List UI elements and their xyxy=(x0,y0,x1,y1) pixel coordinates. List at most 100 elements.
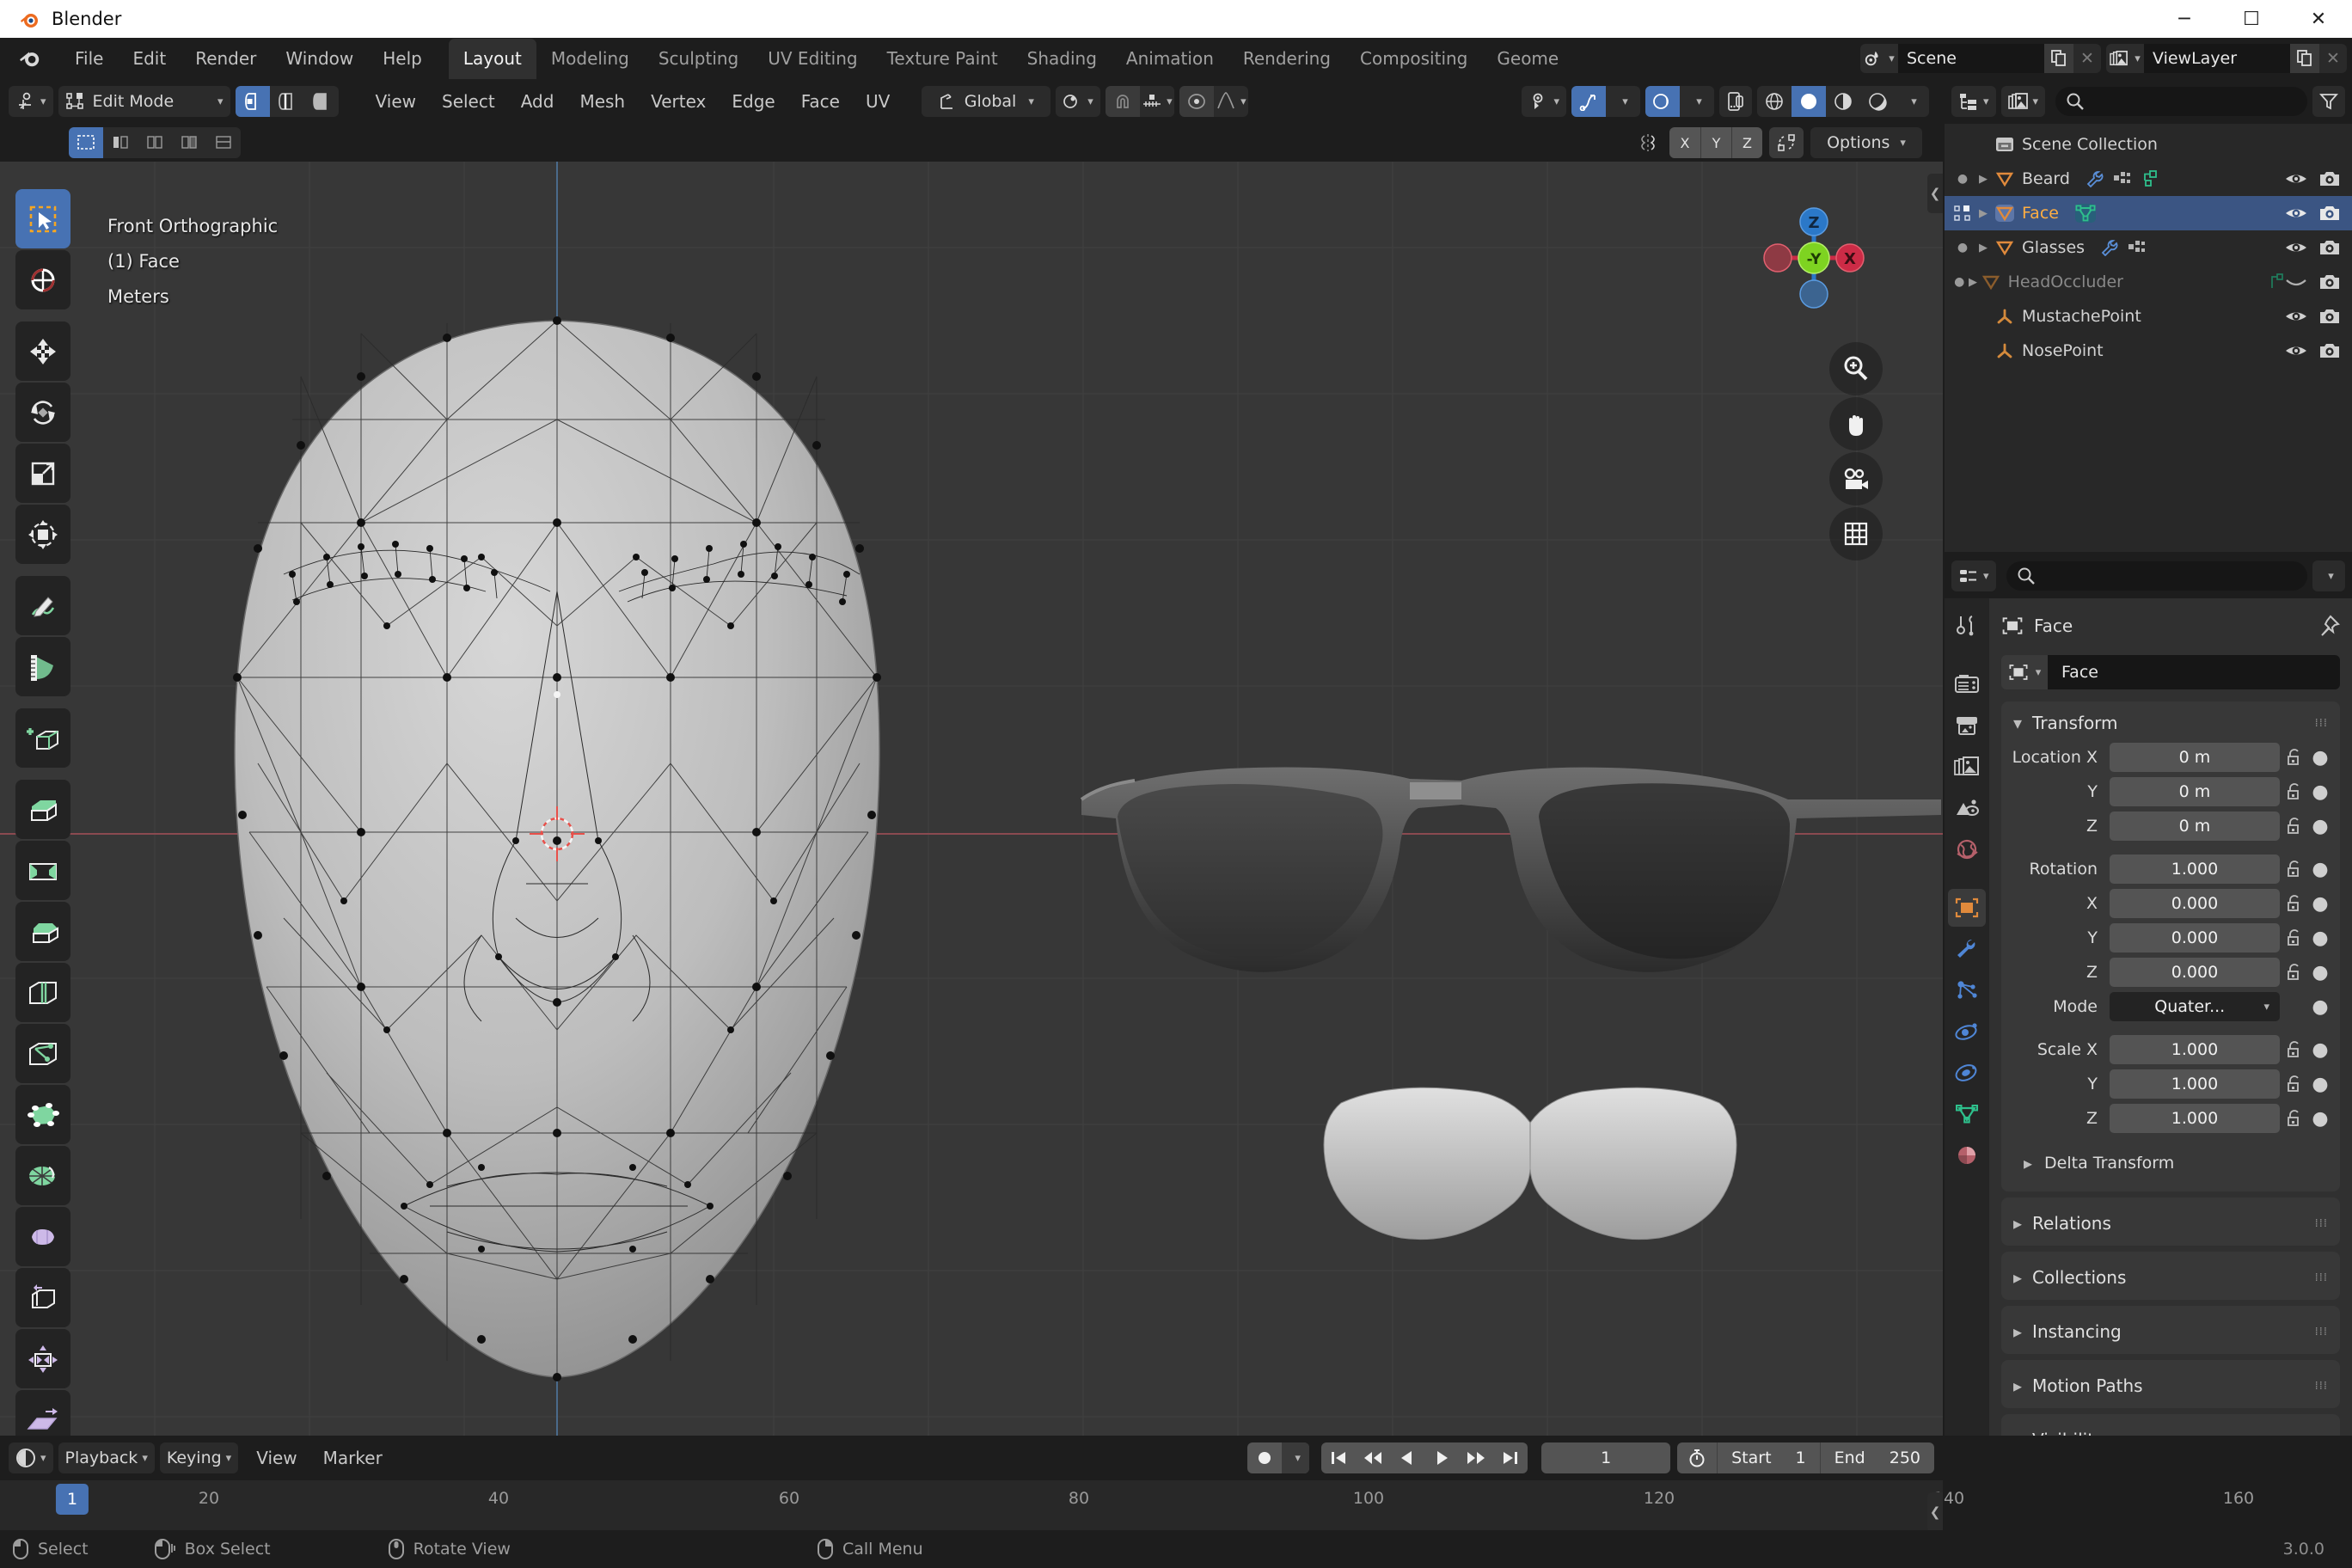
outliner-editor-type-button[interactable]: ▾ xyxy=(1951,86,1996,117)
tab-object-data[interactable] xyxy=(1948,1095,1986,1133)
object-icon[interactable]: ▾ xyxy=(2001,655,2048,689)
mode-selector[interactable]: Edit Mode ▾ xyxy=(58,86,230,117)
keying-dropdown[interactable]: ▾ xyxy=(1282,1442,1310,1473)
pin-icon[interactable] xyxy=(2318,615,2340,637)
tab-physics[interactable] xyxy=(1948,1013,1986,1050)
keying-menu[interactable]: Keying ▾ xyxy=(159,1442,239,1473)
tab-world[interactable] xyxy=(1948,830,1986,868)
hide-in-viewport-icon[interactable] xyxy=(2285,342,2307,359)
lock-icon[interactable] xyxy=(2280,894,2309,913)
lock-icon[interactable] xyxy=(2280,817,2309,836)
gizmo-dropdown[interactable]: ▾ xyxy=(1606,86,1640,117)
face-select-mode-button[interactable] xyxy=(304,86,339,117)
lock-icon[interactable] xyxy=(2280,782,2309,801)
menu-render[interactable]: Render xyxy=(181,43,271,74)
outliner-row-headoccluder[interactable]: ● ▶ HeadOccluder xyxy=(1945,265,2352,299)
disable-in-render-icon[interactable] xyxy=(2319,205,2340,222)
drag-handle-icon[interactable]: ⁞⁞⁞ xyxy=(2315,717,2328,730)
tool-measure[interactable] xyxy=(15,637,70,696)
options-button[interactable]: Options ▾ xyxy=(1810,127,1922,158)
transform-panel-header[interactable]: ▾ Transform ⁞⁞⁞ xyxy=(2001,705,2340,741)
sidebar-collapse-arrow[interactable]: ❮ xyxy=(1927,174,1943,213)
tab-rendering[interactable]: Rendering xyxy=(1228,39,1345,79)
disable-in-render-icon[interactable] xyxy=(2319,342,2340,359)
proportional-edit-toggle[interactable] xyxy=(1179,86,1214,117)
scale-x-value[interactable]: 1.000 xyxy=(2110,1035,2280,1064)
location-x-value[interactable]: 0 m xyxy=(2110,743,2280,772)
pan-view-icon[interactable] xyxy=(1829,397,1883,450)
outliner-row-face[interactable]: ▶ Face xyxy=(1945,196,2352,230)
play-button[interactable] xyxy=(1424,1442,1459,1473)
menu-help[interactable]: Help xyxy=(368,43,437,74)
timeline-ruler[interactable]: 1 20 40 60 80 100 120 140 160 180 200 22… xyxy=(0,1480,2254,1530)
timeline-view-menu[interactable]: View xyxy=(243,1442,309,1474)
tool-transform[interactable] xyxy=(15,505,70,564)
location-y-value[interactable]: 0 m xyxy=(2110,777,2280,806)
axis-x-toggle[interactable]: X xyxy=(1669,127,1700,158)
relations-panel-header[interactable]: ▸ Relations ⁞⁞⁞ xyxy=(2001,1201,2340,1246)
lock-icon[interactable] xyxy=(2280,860,2309,879)
tool-move[interactable] xyxy=(15,322,70,381)
snap-target-icon[interactable]: ▾ xyxy=(1139,86,1174,117)
hide-in-viewport-icon[interactable] xyxy=(2285,308,2307,325)
playback-menu[interactable]: Playback ▾ xyxy=(58,1442,155,1473)
menu-uv[interactable]: UV xyxy=(853,85,903,118)
tool-cursor[interactable] xyxy=(15,250,70,309)
select-mode-5-icon[interactable] xyxy=(206,127,241,158)
solid-shading-button[interactable] xyxy=(1792,86,1826,117)
wireframe-shading-button[interactable] xyxy=(1757,86,1792,117)
tab-compositing[interactable]: Compositing xyxy=(1345,39,1482,79)
disable-in-render-icon[interactable] xyxy=(2319,170,2340,187)
lock-icon[interactable] xyxy=(2280,928,2309,947)
outliner-row-glasses[interactable]: ● ▶ Glasses xyxy=(1945,230,2352,265)
tool-poly-build[interactable] xyxy=(15,1085,70,1144)
constraint-icon[interactable] xyxy=(2141,170,2158,187)
object-data-icon[interactable] xyxy=(2113,170,2132,187)
motion-paths-panel-header[interactable]: ▸ Motion Paths ⁞⁞⁞ xyxy=(2001,1363,2340,1408)
hide-in-viewport-icon[interactable] xyxy=(2285,205,2307,222)
tab-particles[interactable] xyxy=(1948,971,1986,1009)
delta-transform-subpanel-header[interactable]: ▸ Delta Transform xyxy=(2001,1145,2340,1181)
object-name-value[interactable]: Face xyxy=(2048,655,2340,689)
visibility-panel-header[interactable]: ▸ Visibility ⁞⁞⁞ xyxy=(2001,1418,2340,1436)
jump-to-next-keyframe-button[interactable] xyxy=(1459,1442,1493,1473)
tool-add-cube[interactable] xyxy=(15,708,70,768)
expand-triangle-icon[interactable]: ▶ xyxy=(1972,207,1994,220)
animate-property-icon[interactable]: ● xyxy=(2309,928,2331,949)
outliner-display-mode-button[interactable]: ▾ xyxy=(2000,86,2046,117)
mesh-data-icon[interactable] xyxy=(2074,203,2097,224)
menu-vertex[interactable]: Vertex xyxy=(638,85,719,118)
new-viewlayer-icon[interactable] xyxy=(2290,44,2319,73)
outliner-filter-button[interactable] xyxy=(2312,86,2345,117)
editor-type-button[interactable]: ▾ xyxy=(9,86,53,117)
tab-object[interactable] xyxy=(1948,889,1986,927)
object-data-icon[interactable] xyxy=(2128,239,2147,256)
properties-editor-type-button[interactable]: ▾ xyxy=(1951,560,1996,591)
rotation-mode-dropdown[interactable]: Quater... ▾ xyxy=(2110,992,2280,1021)
instancing-panel-header[interactable]: ▸ Instancing ⁞⁞⁞ xyxy=(2001,1309,2340,1354)
hide-in-viewport-icon[interactable] xyxy=(2285,170,2307,187)
properties-search-input[interactable] xyxy=(2006,561,2307,591)
tool-shrink-fatten[interactable] xyxy=(15,1329,70,1388)
menu-mesh[interactable]: Mesh xyxy=(567,85,638,118)
menu-face[interactable]: Face xyxy=(788,85,853,118)
animate-property-icon[interactable]: ● xyxy=(2309,747,2331,769)
timeline-marker-menu[interactable]: Marker xyxy=(310,1442,395,1474)
visibility-panel[interactable]: ▸ Visibility ⁞⁞⁞ xyxy=(2001,1414,2340,1436)
rotation-y-value[interactable]: 0.000 xyxy=(2110,923,2280,952)
mirror-icon[interactable] xyxy=(1637,132,1659,153)
axis-y-toggle[interactable]: Y xyxy=(1700,127,1731,158)
end-frame-field[interactable]: End 250 xyxy=(1819,1442,1934,1473)
minimize-button[interactable]: ─ xyxy=(2151,0,2218,38)
select-mode-3-icon[interactable] xyxy=(138,127,172,158)
tab-geometry-nodes[interactable]: Geome xyxy=(1482,39,1573,79)
tab-view-layer[interactable] xyxy=(1948,748,1986,786)
remove-viewlayer-icon[interactable]: ✕ xyxy=(2319,44,2347,73)
menu-edit[interactable]: Edit xyxy=(118,43,181,74)
location-z-value[interactable]: 0 m xyxy=(2110,812,2280,841)
playhead[interactable]: 1 xyxy=(55,1484,89,1515)
tool-spin[interactable] xyxy=(15,1146,70,1205)
tool-scale[interactable] xyxy=(15,444,70,503)
falloff-curve-icon[interactable]: ▾ xyxy=(1214,86,1248,117)
tab-shading[interactable]: Shading xyxy=(1013,39,1112,79)
